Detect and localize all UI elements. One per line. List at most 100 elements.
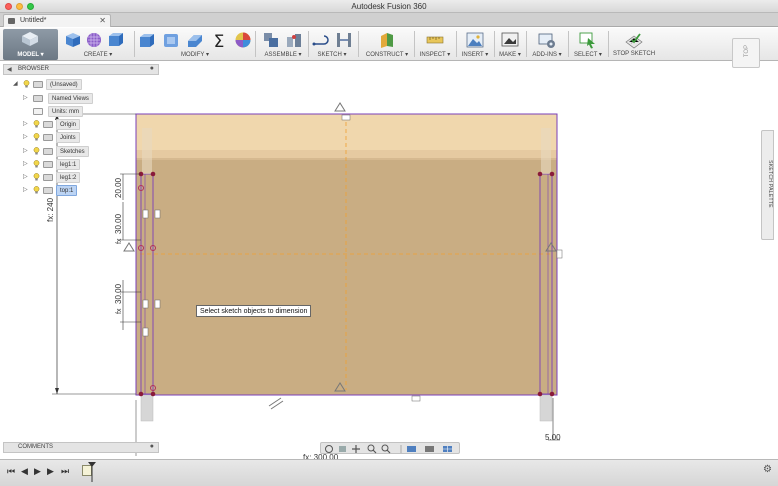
lightbulb-icon[interactable] <box>33 160 40 168</box>
constraint-glyph[interactable] <box>154 299 161 309</box>
constraint-glyph[interactable] <box>556 249 563 259</box>
view-cube[interactable]: TOP <box>732 38 760 68</box>
symmetry-triangle[interactable] <box>334 102 346 112</box>
stop-sketch-button[interactable]: STOP SKETCH <box>610 28 658 60</box>
modify-group[interactable]: Σ MODIFY ▾ <box>138 28 252 60</box>
folder-icon <box>33 95 43 102</box>
constraint-point[interactable] <box>138 171 144 177</box>
browser-panel-header[interactable]: ◀ BROWSER ● <box>3 64 159 75</box>
constraint-circles <box>138 185 156 391</box>
play-icon[interactable]: ▶ <box>34 466 41 477</box>
table-top-panel <box>136 114 557 395</box>
constraint-point[interactable] <box>138 391 144 397</box>
make-group[interactable]: MAKE ▾ <box>496 28 524 60</box>
document-icon <box>8 18 15 24</box>
orbit-icon[interactable] <box>325 445 333 453</box>
expand-arrow-icon[interactable]: ▷ <box>23 94 28 101</box>
line-tool-icon <box>312 35 329 46</box>
constraint-point[interactable] <box>549 171 555 177</box>
constraint-point[interactable] <box>537 391 543 397</box>
timeline-settings-gear-icon[interactable]: ⚙ <box>763 464 772 475</box>
svg-text:Σ: Σ <box>214 32 225 49</box>
go-to-end-icon[interactable]: ⏭ <box>61 466 69 477</box>
constraint-point[interactable] <box>150 171 156 177</box>
comments-options-icon[interactable]: ● <box>150 443 154 450</box>
expand-arrow-icon[interactable]: ▷ <box>23 147 28 154</box>
component-icon <box>43 187 53 194</box>
add-ins-group[interactable]: ADD-INS ▾ <box>528 28 566 60</box>
ribbon-divider <box>494 31 495 57</box>
look-at-icon[interactable] <box>339 446 346 452</box>
grid-settings-icon[interactable] <box>425 446 434 452</box>
pan-icon[interactable] <box>352 445 360 453</box>
workspace-switcher-button[interactable]: MODEL ▾ <box>3 29 58 60</box>
coincident-marker[interactable] <box>150 245 156 251</box>
viewports-icon[interactable] <box>443 446 452 452</box>
coincident-marker[interactable] <box>138 245 144 251</box>
browser-options-icon[interactable]: ● <box>150 65 154 72</box>
shell-icon <box>188 35 202 47</box>
workspace-label: MODEL ▾ <box>17 52 44 58</box>
lightbulb-icon[interactable] <box>33 186 40 194</box>
symmetry-triangle[interactable] <box>545 242 557 252</box>
height-dimension-text[interactable]: fx: 240 <box>46 197 55 222</box>
toolbar-ribbon: MODEL ▾ CREATE ▾ Σ MODIFY ▾ ASSEMBLE ▾ S… <box>0 28 778 61</box>
stop-sketch-label: STOP SKETCH <box>612 51 656 57</box>
constraint-glyph[interactable] <box>411 395 421 402</box>
lightbulb-icon[interactable] <box>33 173 40 181</box>
right-leg-foot <box>539 394 553 422</box>
inspect-group[interactable]: INSPECT ▾ <box>416 28 454 60</box>
symmetry-triangle[interactable] <box>123 242 135 252</box>
fillet-icon <box>164 34 178 47</box>
insert-group[interactable]: INSERT ▾ <box>458 28 492 60</box>
new-component-icon <box>264 33 278 47</box>
ribbon-divider <box>568 31 569 57</box>
navigation-toolbar <box>320 442 460 454</box>
symmetry-triangle[interactable] <box>334 382 346 392</box>
coincident-marker[interactable] <box>150 385 156 391</box>
slot-depth-dimension-text[interactable]: 20.00 <box>114 177 123 198</box>
lightbulb-icon[interactable] <box>33 133 40 141</box>
constraint-glyph[interactable] <box>142 327 149 337</box>
fit-icon[interactable] <box>381 444 391 454</box>
go-to-start-icon[interactable]: ⏮ <box>7 466 15 477</box>
construct-group[interactable]: CONSTRUCT ▾ <box>362 28 412 60</box>
constraint-glyph[interactable] <box>154 209 161 219</box>
slot-width-dimension-text[interactable]: 30.00 <box>114 213 123 234</box>
foot-dimension-text[interactable]: 5.00 <box>545 433 561 442</box>
constraint-point[interactable] <box>549 391 555 397</box>
comments-panel-header[interactable]: COMMENTS ● <box>3 442 159 453</box>
ribbon-divider <box>255 31 256 57</box>
constraint-point[interactable] <box>150 391 156 397</box>
expand-arrow-icon[interactable]: ▷ <box>23 173 28 180</box>
coincident-marker[interactable] <box>138 185 144 191</box>
constraint-glyph[interactable] <box>341 114 351 121</box>
lightbulb-icon[interactable] <box>33 120 40 128</box>
zoom-icon[interactable] <box>367 444 377 454</box>
document-tab[interactable]: Untitled* ✕ <box>3 14 111 27</box>
constraint-glyph[interactable] <box>142 209 149 219</box>
step-back-icon[interactable]: ◀ <box>21 466 28 477</box>
constraint-glyph[interactable] <box>142 299 149 309</box>
constraint-point[interactable] <box>537 171 543 177</box>
assemble-group[interactable]: ASSEMBLE ▾ <box>260 28 306 60</box>
step-forward-icon[interactable]: ▶ <box>47 466 54 477</box>
component-icon <box>43 174 53 181</box>
sketch-group[interactable]: SKETCH ▾ <box>310 28 354 60</box>
table-top-highlight <box>136 114 557 158</box>
expand-arrow-icon[interactable]: ▷ <box>23 160 28 167</box>
lightbulb-icon[interactable] <box>33 147 40 155</box>
lightbulb-icon[interactable] <box>23 80 30 88</box>
slot-width-dimension-text[interactable]: 30.00 <box>114 283 123 304</box>
collapse-arrow-icon[interactable]: ◢ <box>13 80 18 87</box>
close-tab-icon[interactable]: ✕ <box>99 16 106 25</box>
display-settings-icon[interactable] <box>407 446 416 452</box>
expand-arrow-icon[interactable]: ▷ <box>23 133 28 140</box>
select-group[interactable]: SELECT ▾ <box>570 28 606 60</box>
expand-arrow-icon[interactable]: ▷ <box>23 186 28 193</box>
timeline-marker-icon[interactable] <box>88 462 96 482</box>
collapse-browser-icon[interactable]: ◀ <box>7 66 12 73</box>
sketch-palette-tab[interactable]: SKETCH PALETTE <box>761 130 774 240</box>
expand-arrow-icon[interactable]: ▷ <box>23 120 28 127</box>
create-group[interactable]: CREATE ▾ <box>64 28 132 60</box>
